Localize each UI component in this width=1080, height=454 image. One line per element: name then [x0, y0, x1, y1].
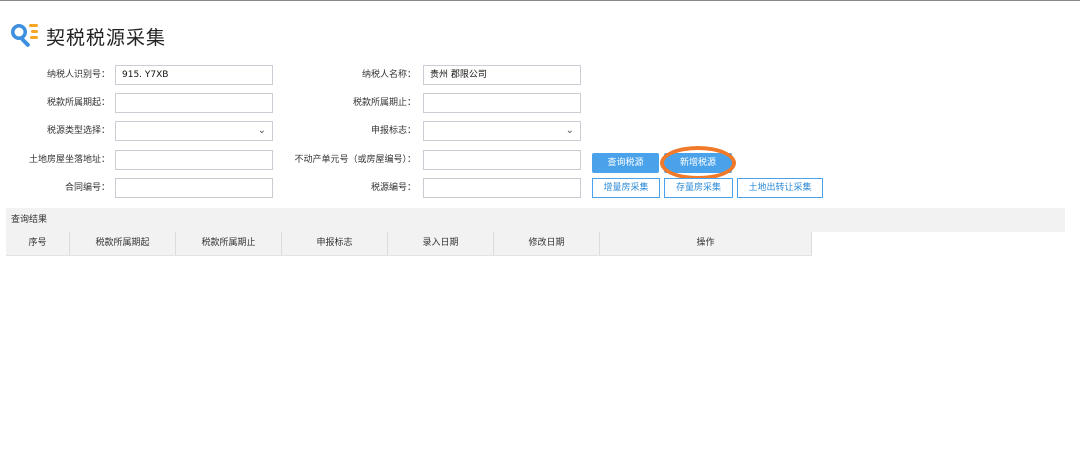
results-title: 查询结果: [6, 208, 1065, 232]
taxpayer-name-value: 贵州 郡限公司: [430, 70, 487, 80]
taxpayer-id-label: 纳税人识别号：: [46, 70, 110, 80]
land-transfer-button[interactable]: 土地出转让采集: [737, 178, 823, 198]
period-end-label: 税款所属期止：: [352, 98, 416, 108]
land-address-label: 土地房屋坐落地址：: [28, 155, 110, 165]
column-header-declare-flag[interactable]: 申报标志: [282, 232, 388, 255]
add-source-button[interactable]: 新增税源: [664, 153, 732, 173]
chevron-down-icon: ⌄: [565, 125, 574, 136]
source-no-label: 税源编号：: [370, 183, 416, 193]
page-title: 契税税源采集: [46, 26, 167, 49]
declare-flag-select[interactable]: ⌄: [423, 121, 581, 141]
land-address-input[interactable]: [115, 150, 273, 170]
taxpayer-name-label: 纳税人名称：: [361, 70, 416, 80]
property-unit-no-label: 不动产单元号（或房屋编号）：: [294, 155, 416, 165]
period-start-label: 税款所属期起：: [46, 98, 110, 108]
column-header-actions[interactable]: 操作: [600, 232, 812, 255]
page: 契税税源采集 纳税人识别号： 915. Y7XB 纳税人名称： 贵州 郡限公司 …: [0, 0, 1080, 454]
period-start-input[interactable]: [115, 93, 273, 113]
period-end-input[interactable]: [423, 93, 581, 113]
column-header-modify-date[interactable]: 修改日期: [494, 232, 600, 255]
query-source-button[interactable]: 查询税源: [592, 153, 659, 173]
column-header-period-end[interactable]: 税款所属期止: [176, 232, 282, 255]
column-header-period-start[interactable]: 税款所属期起: [70, 232, 176, 255]
source-type-label: 税源类型选择：: [46, 126, 110, 136]
property-unit-no-input[interactable]: [423, 150, 581, 170]
contract-no-label: 合同编号：: [64, 183, 110, 193]
contract-no-input[interactable]: [115, 178, 273, 198]
declare-flag-label: 申报标志：: [370, 126, 416, 136]
source-type-select[interactable]: ⌄: [115, 121, 273, 141]
source-no-input[interactable]: [423, 178, 581, 198]
stock-house-button[interactable]: 存量房采集: [664, 178, 733, 198]
incremental-house-button[interactable]: 增量房采集: [592, 178, 660, 198]
taxpayer-id-input[interactable]: 915. Y7XB: [115, 65, 273, 85]
column-header-entry-date[interactable]: 录入日期: [388, 232, 494, 255]
page-header: 契税税源采集: [8, 19, 166, 53]
results-table-header: 序号 税款所属期起 税款所属期止 申报标志 录入日期 修改日期 操作: [6, 232, 812, 256]
taxpayer-name-input[interactable]: 贵州 郡限公司: [423, 65, 581, 85]
search-list-icon: [8, 20, 40, 52]
taxpayer-id-value: 915. Y7XB: [122, 70, 169, 80]
column-header-index[interactable]: 序号: [6, 232, 70, 255]
chevron-down-icon: ⌄: [257, 125, 266, 136]
